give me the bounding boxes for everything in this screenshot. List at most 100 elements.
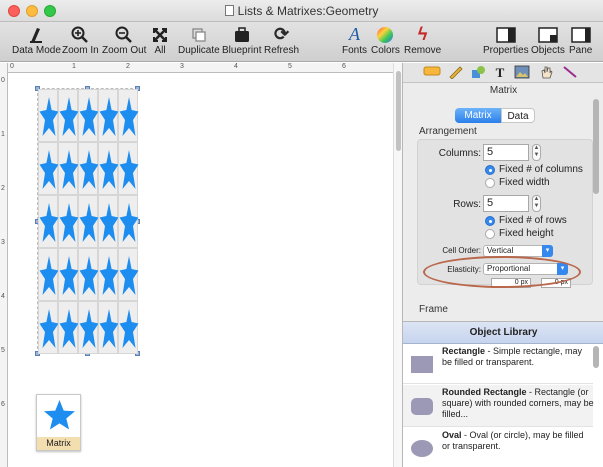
- matrix-cell[interactable]: [58, 195, 79, 248]
- matrix-cell[interactable]: [38, 89, 59, 142]
- matrix-cell[interactable]: [118, 142, 139, 195]
- ruler-number: 0: [1, 77, 5, 84]
- shapes-tool-icon[interactable]: [467, 65, 489, 81]
- fixed-width-radio[interactable]: [485, 178, 495, 188]
- matrix-cell[interactable]: [98, 301, 119, 354]
- tab-data[interactable]: Data: [501, 108, 535, 123]
- star-icon: [39, 309, 59, 348]
- matrix-cell[interactable]: [58, 301, 79, 354]
- matrix-cell[interactable]: [118, 89, 139, 142]
- image-tool-icon[interactable]: [511, 65, 533, 81]
- matrix-cell[interactable]: [78, 195, 99, 248]
- remove-button[interactable]: ϟ Remove: [404, 23, 441, 56]
- fixed-columns-radio[interactable]: [485, 165, 495, 175]
- matrix-thumbnail[interactable]: Matrix: [36, 394, 81, 451]
- matrix-cell[interactable]: [78, 142, 99, 195]
- star-icon: [99, 150, 119, 189]
- all-button[interactable]: All: [152, 23, 168, 56]
- oval-shape-icon: [411, 440, 433, 457]
- pane-label: Pane: [569, 45, 593, 56]
- data-mode-label: Data Mode: [12, 45, 61, 56]
- zoom-out-button[interactable]: Zoom Out: [102, 23, 146, 56]
- zoom-in-button[interactable]: Zoom In: [62, 23, 99, 56]
- columns-field[interactable]: 5: [483, 144, 529, 161]
- tab-matrix[interactable]: Matrix: [455, 108, 501, 123]
- ruler-number: 6: [342, 63, 346, 70]
- fonts-button[interactable]: A Fonts: [342, 23, 367, 56]
- matrix-cell[interactable]: [98, 142, 119, 195]
- elasticity-highlight-oval: [423, 256, 581, 288]
- matrix-cell[interactable]: [98, 248, 119, 301]
- properties-panel-icon: [483, 23, 529, 45]
- properties-button[interactable]: Properties: [483, 23, 529, 56]
- canvas-scrollbar[interactable]: [393, 63, 402, 467]
- library-item-rectangle[interactable]: Rectangle - Simple rectangle, may be fil…: [403, 344, 593, 384]
- properties-panel: T Matrix Matrix Data Arrangement Columns…: [402, 63, 603, 467]
- matrix-cell[interactable]: [98, 195, 119, 248]
- fixed-rows-radio[interactable]: [485, 216, 495, 226]
- library-item-rounded-rectangle[interactable]: Rounded Rectangle - Rectangle (or square…: [403, 385, 594, 427]
- panel-scrollbar[interactable]: [593, 99, 601, 319]
- matrix-cell[interactable]: [38, 142, 59, 195]
- duplicate-icon: [178, 23, 220, 45]
- canvas-scroll-thumb[interactable]: [396, 71, 401, 151]
- star-icon: [59, 309, 79, 348]
- rows-label: Rows:: [453, 199, 481, 210]
- font-icon: A: [349, 24, 360, 44]
- line-tool-icon[interactable]: [559, 65, 581, 81]
- matrix-cell[interactable]: [38, 301, 59, 354]
- star-icon: [39, 97, 59, 136]
- library-item-description: - Oval (or circle), may be filled or tra…: [442, 430, 584, 451]
- remove-label: Remove: [404, 45, 442, 56]
- matrix-cell[interactable]: [38, 195, 59, 248]
- ruler-number: 0: [10, 63, 14, 70]
- columns-stepper[interactable]: ▲ ▼: [532, 144, 541, 161]
- objects-button[interactable]: Objects: [531, 23, 565, 56]
- matrix-cell[interactable]: [78, 248, 99, 301]
- library-scroll-thumb[interactable]: [593, 346, 599, 368]
- blueprint-button[interactable]: Blueprint: [222, 23, 261, 56]
- fixed-columns-label: Fixed # of columns: [499, 164, 583, 175]
- matrix-cell[interactable]: [58, 89, 79, 142]
- thumbnail-label: Matrix: [37, 437, 80, 450]
- star-icon: [99, 309, 119, 348]
- star-icon: [119, 150, 139, 189]
- star-icon: [59, 150, 79, 189]
- duplicate-button[interactable]: Duplicate: [178, 23, 220, 56]
- data-mode-button[interactable]: Data Mode: [12, 23, 61, 56]
- refresh-button[interactable]: ⟳ Refresh: [264, 23, 299, 56]
- blueprint-label: Blueprint: [222, 45, 262, 56]
- colors-button[interactable]: Colors: [371, 23, 400, 56]
- text-tool-icon[interactable]: T: [489, 65, 511, 81]
- object-library: Object Library Rectangle - Simple rectan…: [403, 321, 603, 467]
- rows-stepper[interactable]: ▲ ▼: [532, 195, 541, 212]
- matrix-cell[interactable]: [58, 248, 79, 301]
- matrix-cell[interactable]: [98, 89, 119, 142]
- rows-field[interactable]: 5: [483, 195, 529, 212]
- matrix-cell[interactable]: [118, 301, 139, 354]
- library-item-oval[interactable]: Oval - Oval (or circle), may be filled o…: [403, 428, 593, 467]
- fixed-height-radio[interactable]: [485, 229, 495, 239]
- text-box-tool-icon[interactable]: [421, 65, 443, 81]
- matrix-cell[interactable]: [58, 142, 79, 195]
- ruler-number: 2: [126, 63, 130, 70]
- matrix-cell[interactable]: [118, 195, 139, 248]
- star-icon: [44, 400, 75, 430]
- library-item-name: Rectangle: [442, 346, 486, 356]
- panel-scroll-thumb[interactable]: [593, 99, 599, 194]
- matrix-cell[interactable]: [38, 248, 59, 301]
- hand-tool-icon[interactable]: [535, 65, 557, 81]
- expand-arrows-icon: [152, 23, 168, 45]
- arrangement-label: Arrangement: [419, 126, 477, 137]
- library-scrollbar[interactable]: [593, 346, 601, 466]
- matrix-object[interactable]: [35, 86, 140, 356]
- object-library-title: Object Library: [403, 322, 603, 344]
- pane-button[interactable]: Pane: [569, 23, 592, 56]
- color-wheel-icon: [371, 23, 400, 45]
- matrix-cell[interactable]: [118, 248, 139, 301]
- rectangle-shape-icon: [411, 356, 433, 373]
- star-icon: [99, 256, 119, 295]
- matrix-cell[interactable]: [78, 89, 99, 142]
- pencil-tool-icon[interactable]: [445, 65, 467, 81]
- matrix-cell[interactable]: [78, 301, 99, 354]
